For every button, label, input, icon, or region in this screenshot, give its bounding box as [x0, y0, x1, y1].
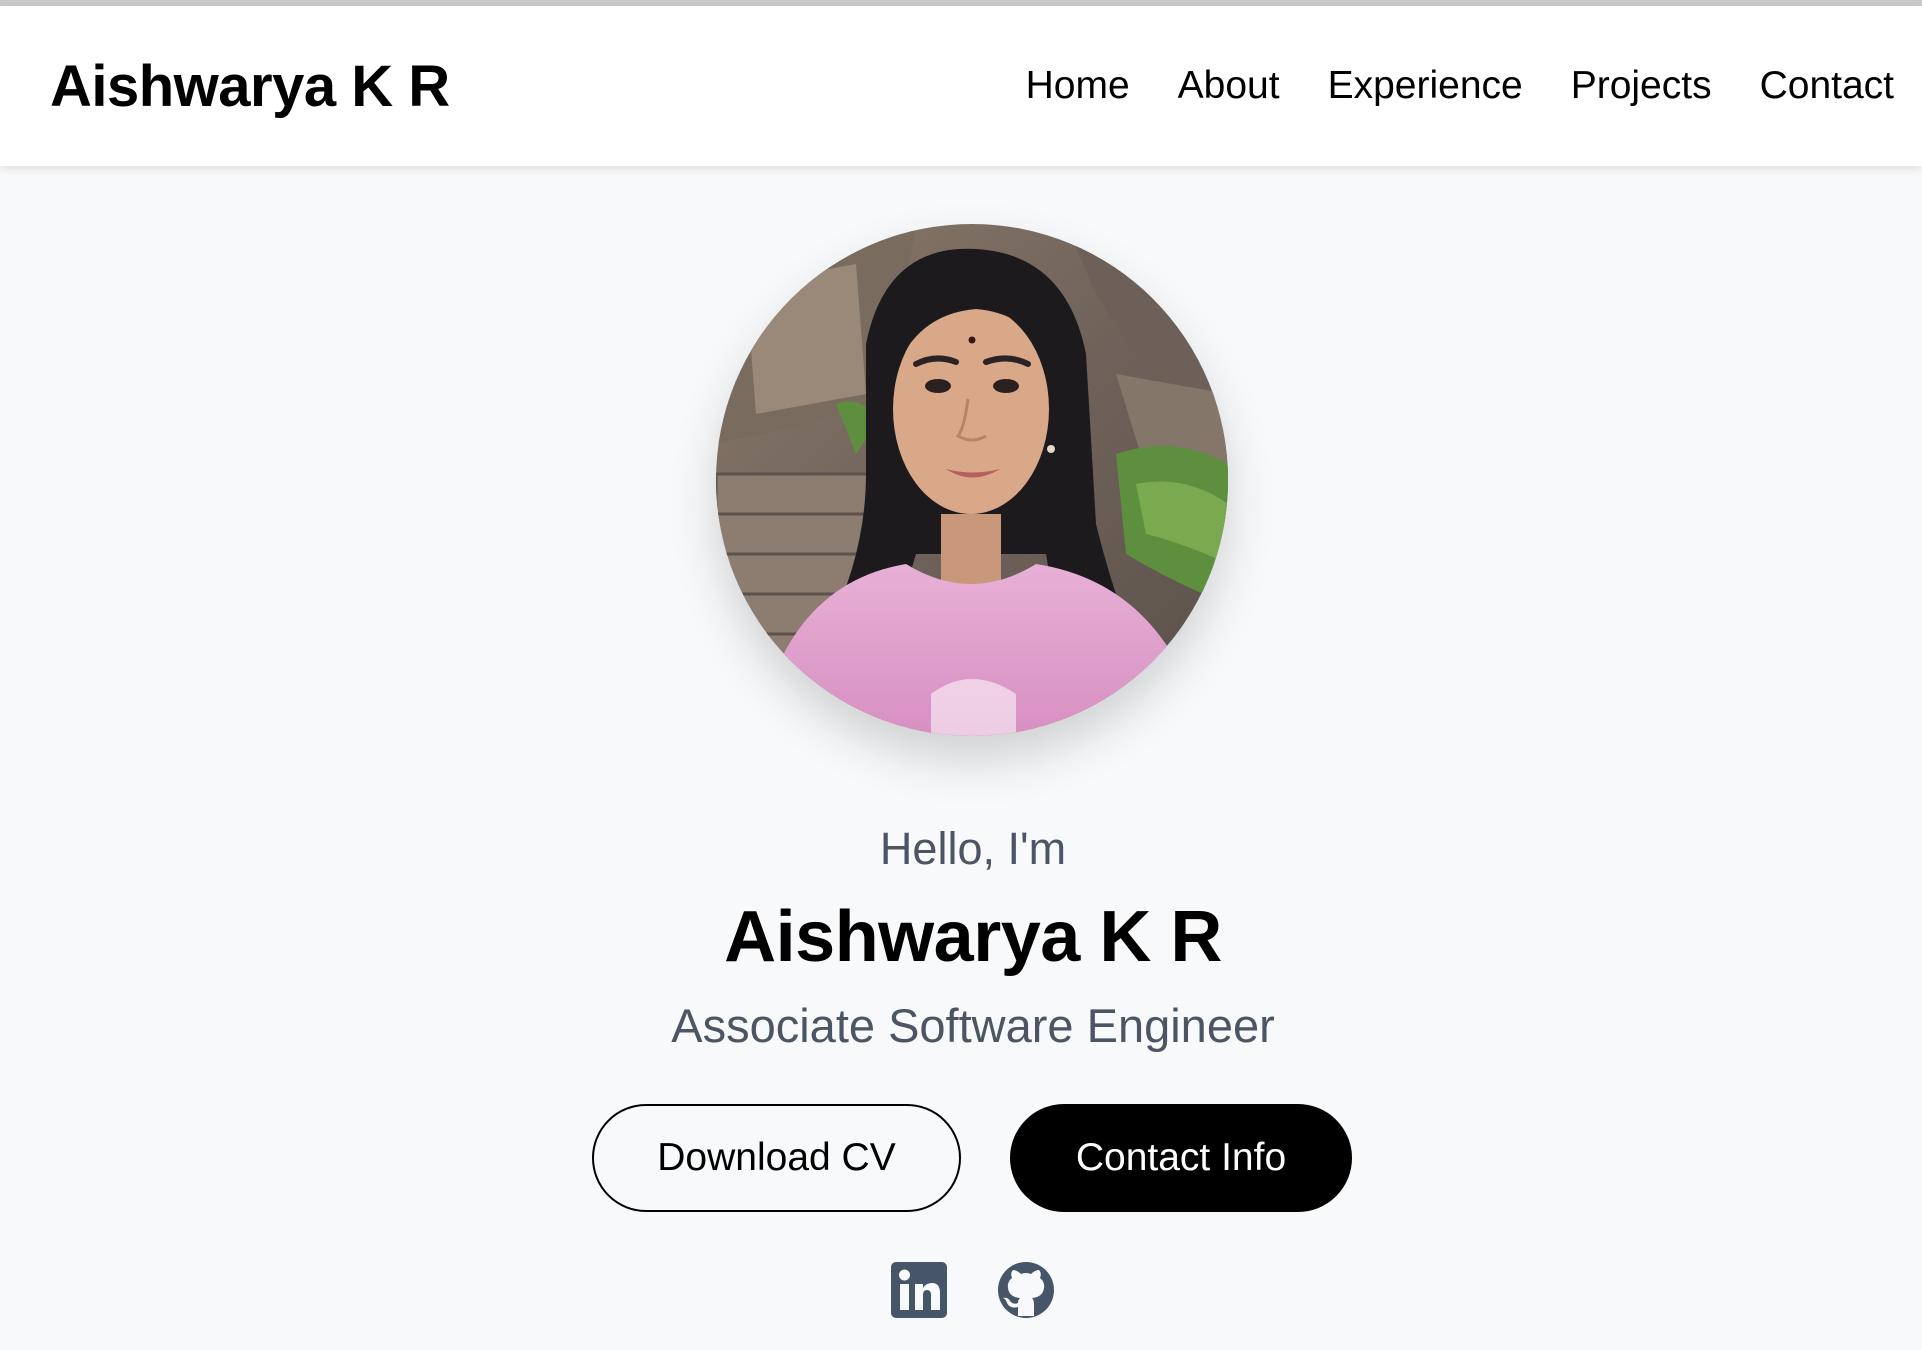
site-brand[interactable]: Aishwarya K R: [50, 53, 450, 120]
nav-item-about: About: [1178, 64, 1280, 108]
hero-name: Aishwarya K R: [724, 897, 1222, 977]
linkedin-link[interactable]: [889, 1260, 949, 1320]
linkedin-icon: [891, 1262, 947, 1318]
nav-link-experience[interactable]: Experience: [1328, 64, 1523, 107]
github-icon: [998, 1262, 1054, 1318]
nav-link-home[interactable]: Home: [1026, 64, 1130, 107]
nav-item-projects: Projects: [1571, 64, 1712, 108]
contact-info-button[interactable]: Contact Info: [1010, 1104, 1352, 1212]
nav-link-about[interactable]: About: [1178, 64, 1280, 107]
github-link[interactable]: [996, 1260, 1056, 1320]
profile-photo-illustration: [716, 224, 1228, 736]
nav-item-experience: Experience: [1328, 64, 1523, 108]
hero-greeting: Hello, I'm: [879, 823, 1067, 874]
hero-role: Associate Software Engineer: [671, 999, 1275, 1052]
nav-item-contact: Contact: [1760, 64, 1894, 108]
hero-section: Hello, I'm Aishwarya K R Associate Softw…: [0, 166, 1922, 1350]
nav-link-projects[interactable]: Projects: [1571, 64, 1712, 107]
nav-item-home: Home: [1026, 64, 1130, 108]
profile-photo: [716, 224, 1228, 736]
nav-link-contact[interactable]: Contact: [1760, 64, 1894, 107]
site-header: Aishwarya K R Home About Experience Proj…: [0, 6, 1922, 166]
download-cv-button[interactable]: Download CV: [592, 1104, 961, 1212]
nav-menu: Home About Experience Projects Contact: [1026, 64, 1894, 108]
